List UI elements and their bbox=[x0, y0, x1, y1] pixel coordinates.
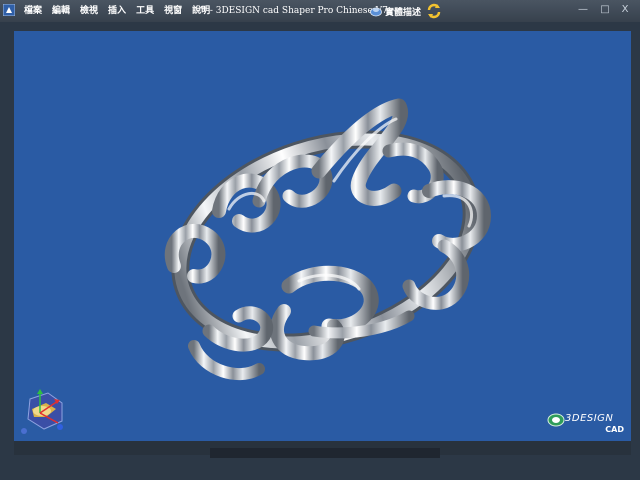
brand-logo-icon bbox=[547, 413, 565, 427]
menu-edit[interactable]: 編輯 bbox=[48, 0, 74, 22]
refresh-icon[interactable] bbox=[426, 2, 442, 20]
help-icon bbox=[370, 7, 382, 17]
menu-tools[interactable]: 工具 bbox=[132, 0, 158, 22]
entity-description-label: 實體描述 bbox=[385, 7, 422, 18]
menu-view[interactable]: 檢視 bbox=[76, 0, 102, 22]
minimize-button[interactable]: — bbox=[576, 3, 590, 17]
brand-tag: CAD bbox=[605, 425, 624, 434]
title-bar: 檔案 編輯 檢視 插入 工具 視窗 說明 '* - 3DESIGN cad Sh… bbox=[0, 0, 640, 22]
menu-file[interactable]: 檔案 bbox=[20, 0, 46, 22]
menu-insert[interactable]: 插入 bbox=[104, 0, 130, 22]
ring-model[interactable] bbox=[14, 31, 631, 441]
brand-name: 3DESIGN bbox=[565, 413, 614, 424]
document-title: '* - 3DESIGN cad Shaper Pro Chinese V7 bbox=[200, 6, 388, 16]
menu-window[interactable]: 視窗 bbox=[160, 0, 186, 22]
menu-bar: 檔案 編輯 檢視 插入 工具 視窗 說明 bbox=[20, 0, 216, 22]
brand-logo: 3DESIGN CAD bbox=[547, 412, 627, 438]
maximize-button[interactable]: □ bbox=[598, 3, 612, 17]
entity-description-button[interactable]: 實體描述 bbox=[370, 3, 421, 19]
close-button[interactable]: X bbox=[618, 3, 632, 17]
axis-cube-icon[interactable] bbox=[18, 387, 66, 437]
app-icon[interactable] bbox=[3, 4, 15, 16]
status-strip bbox=[210, 448, 440, 458]
3d-viewport[interactable]: 3DESIGN CAD bbox=[14, 31, 631, 441]
